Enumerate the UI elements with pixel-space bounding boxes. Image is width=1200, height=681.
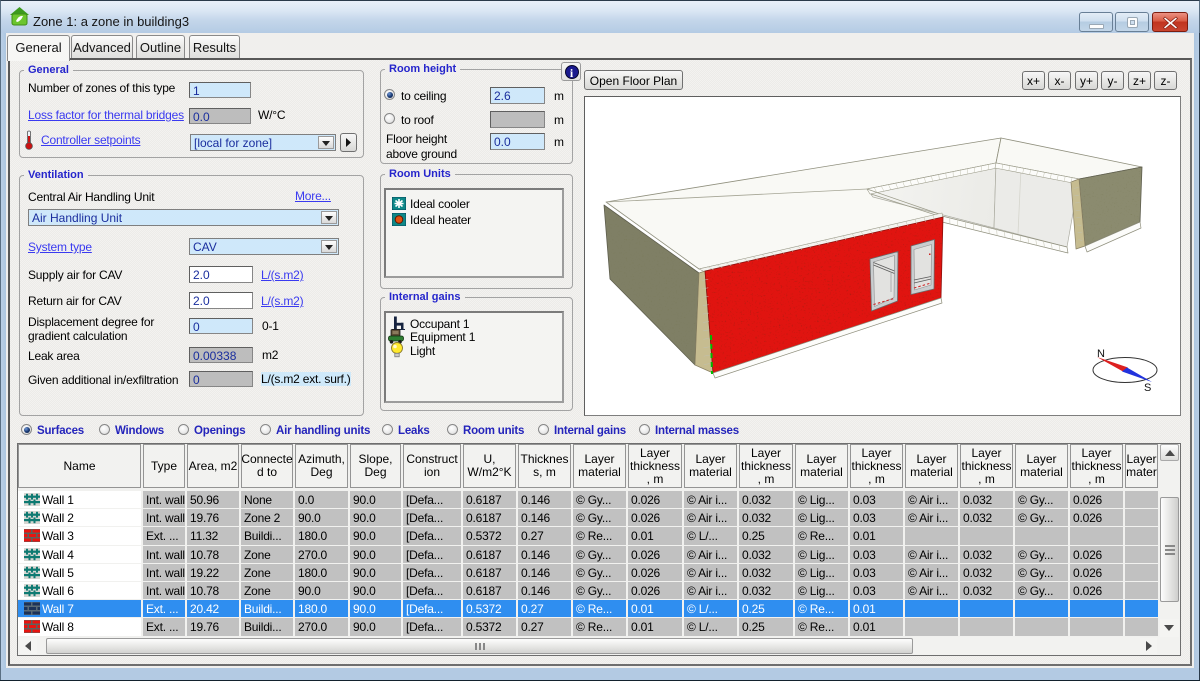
svg-text:N: N [1097,348,1105,360]
svg-text:S: S [1144,382,1151,394]
